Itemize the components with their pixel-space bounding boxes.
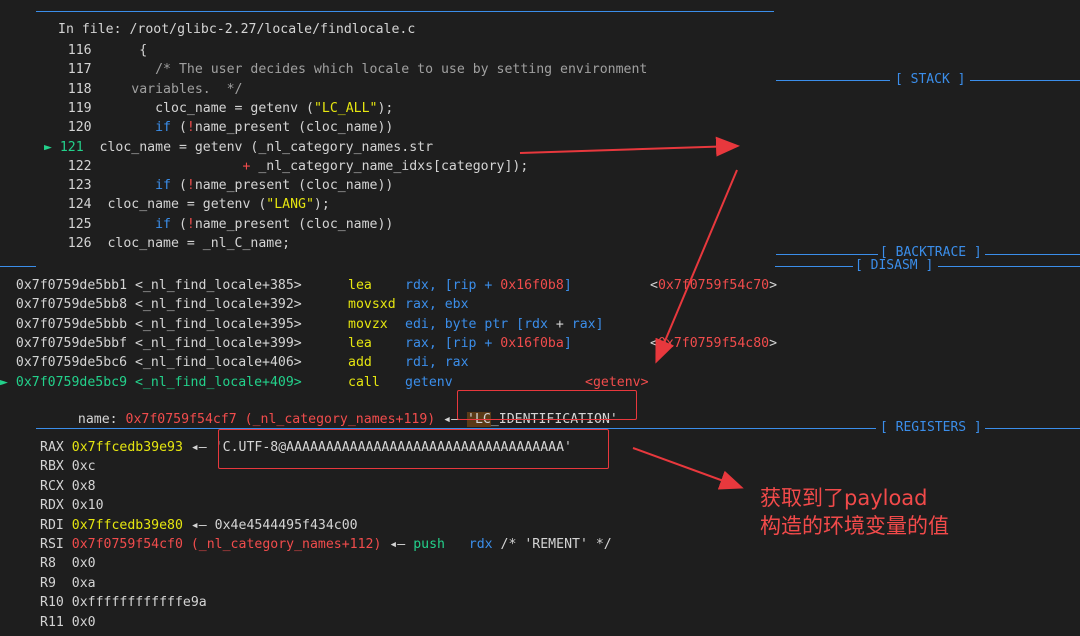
annotation-arrows: [519, 136, 744, 490]
arrow-to-note: [632, 447, 744, 490]
arrow-to-call: [655, 169, 738, 364]
annotation-line1: 获取到了payload: [760, 486, 928, 510]
annotation-note: 获取到了payload 构造的环境变量的值: [760, 484, 949, 540]
annotation-line2: 构造的环境变量的值: [760, 514, 949, 538]
arrow-to-stack: [519, 136, 740, 157]
